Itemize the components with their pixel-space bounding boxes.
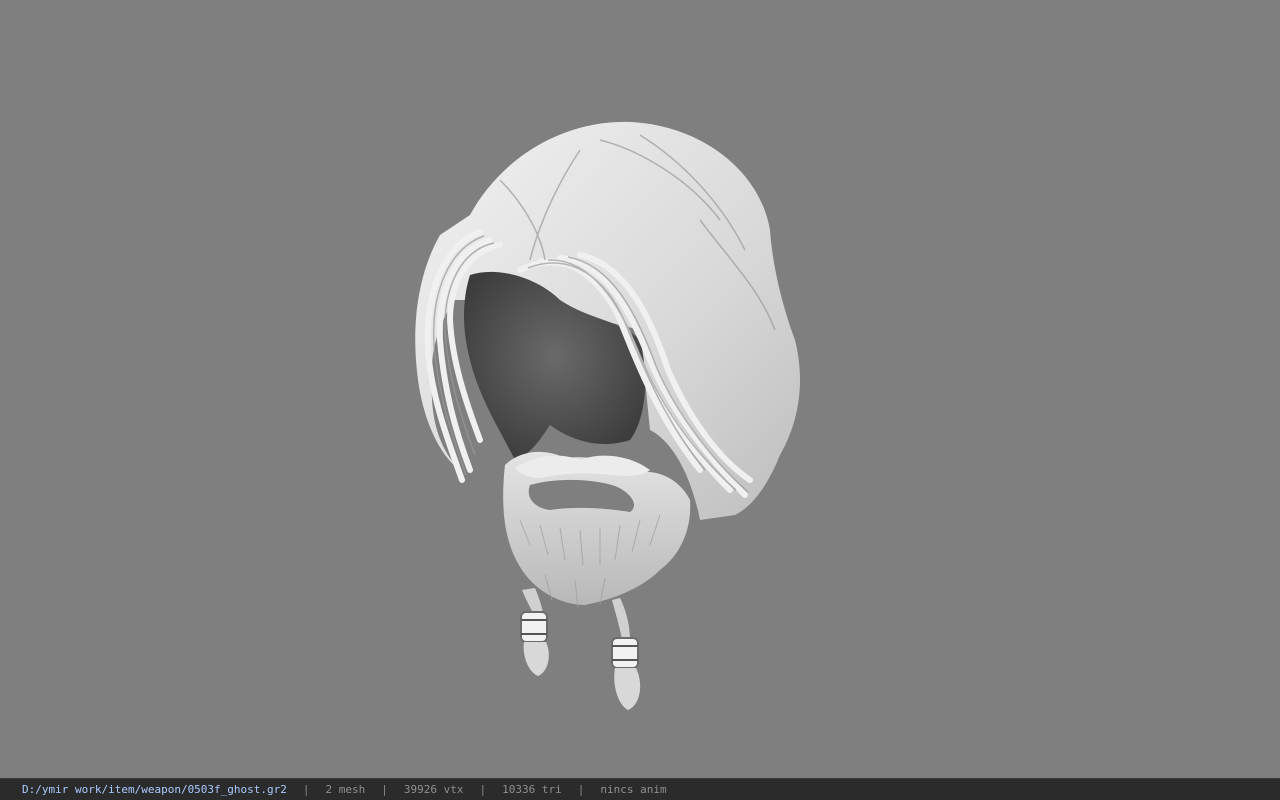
status-separator: |	[381, 783, 388, 796]
beard-braid-left	[520, 588, 549, 676]
status-separator: |	[577, 783, 585, 796]
status-file-path: D:/ymir work/item/weapon/0503f_ghost.gr2	[22, 783, 287, 796]
status-triangle-count: 10336 tri	[502, 783, 562, 796]
3d-viewport[interactable]	[0, 0, 1280, 778]
beard-braid-right	[611, 598, 641, 710]
status-animation: nincs anim	[600, 783, 667, 796]
status-vertex-count: 39926 vtx	[403, 783, 464, 796]
status-mesh-count: 2 mesh	[325, 783, 366, 796]
status-separator: |	[302, 783, 310, 796]
status-bar: D:/ymir work/item/weapon/0503f_ghost.gr2…	[0, 778, 1280, 800]
3d-model-hair-beard-mesh[interactable]	[0, 0, 1280, 778]
status-separator: |	[479, 783, 487, 796]
